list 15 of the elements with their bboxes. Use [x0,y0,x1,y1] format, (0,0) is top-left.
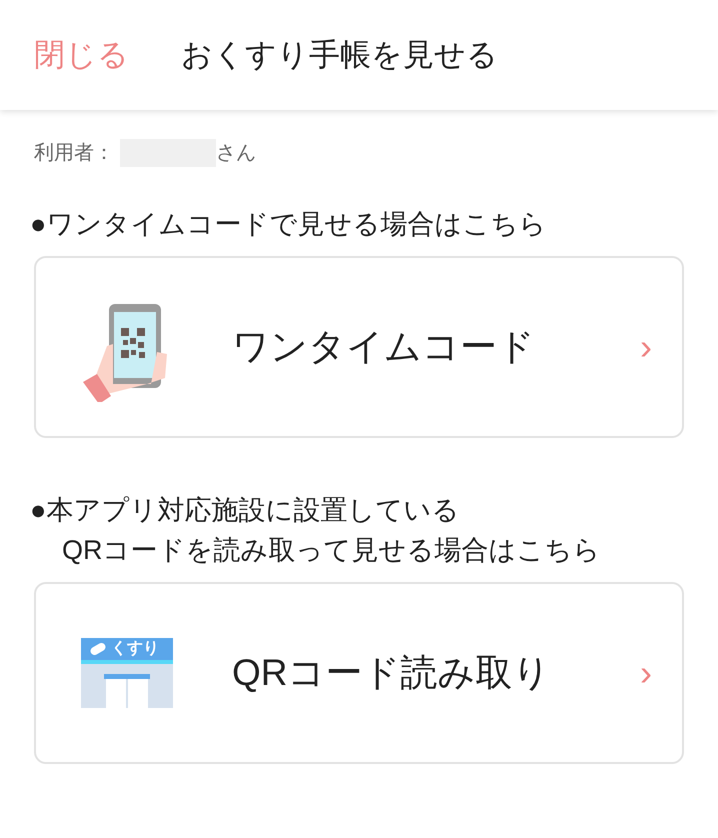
store-sign: くすり [111,641,159,657]
user-suffix: さん [216,141,256,166]
option-label: ワンタイムコード [231,325,536,370]
option-card[interactable]: ワンタイムコード › [34,256,684,438]
section-heading: QRコードを読み取って見せる場合はこちら [61,534,602,567]
capsule-icon [89,642,107,656]
page-title: おくすり手帳を見せる [181,36,498,74]
option-card[interactable]: くすり QRコード読み取り › [34,582,684,764]
store-door [104,674,150,708]
chevron-icon: › [640,646,652,700]
option-label: QRコード読み取り [231,651,552,696]
user-label: 利用者： [34,141,114,166]
section-heading: ●ワンタイムコードで見せる場合はこちら [30,208,548,241]
section-heading: ●本アプリ対応施設に設置している [30,494,460,527]
chevron-icon: › [640,320,652,374]
